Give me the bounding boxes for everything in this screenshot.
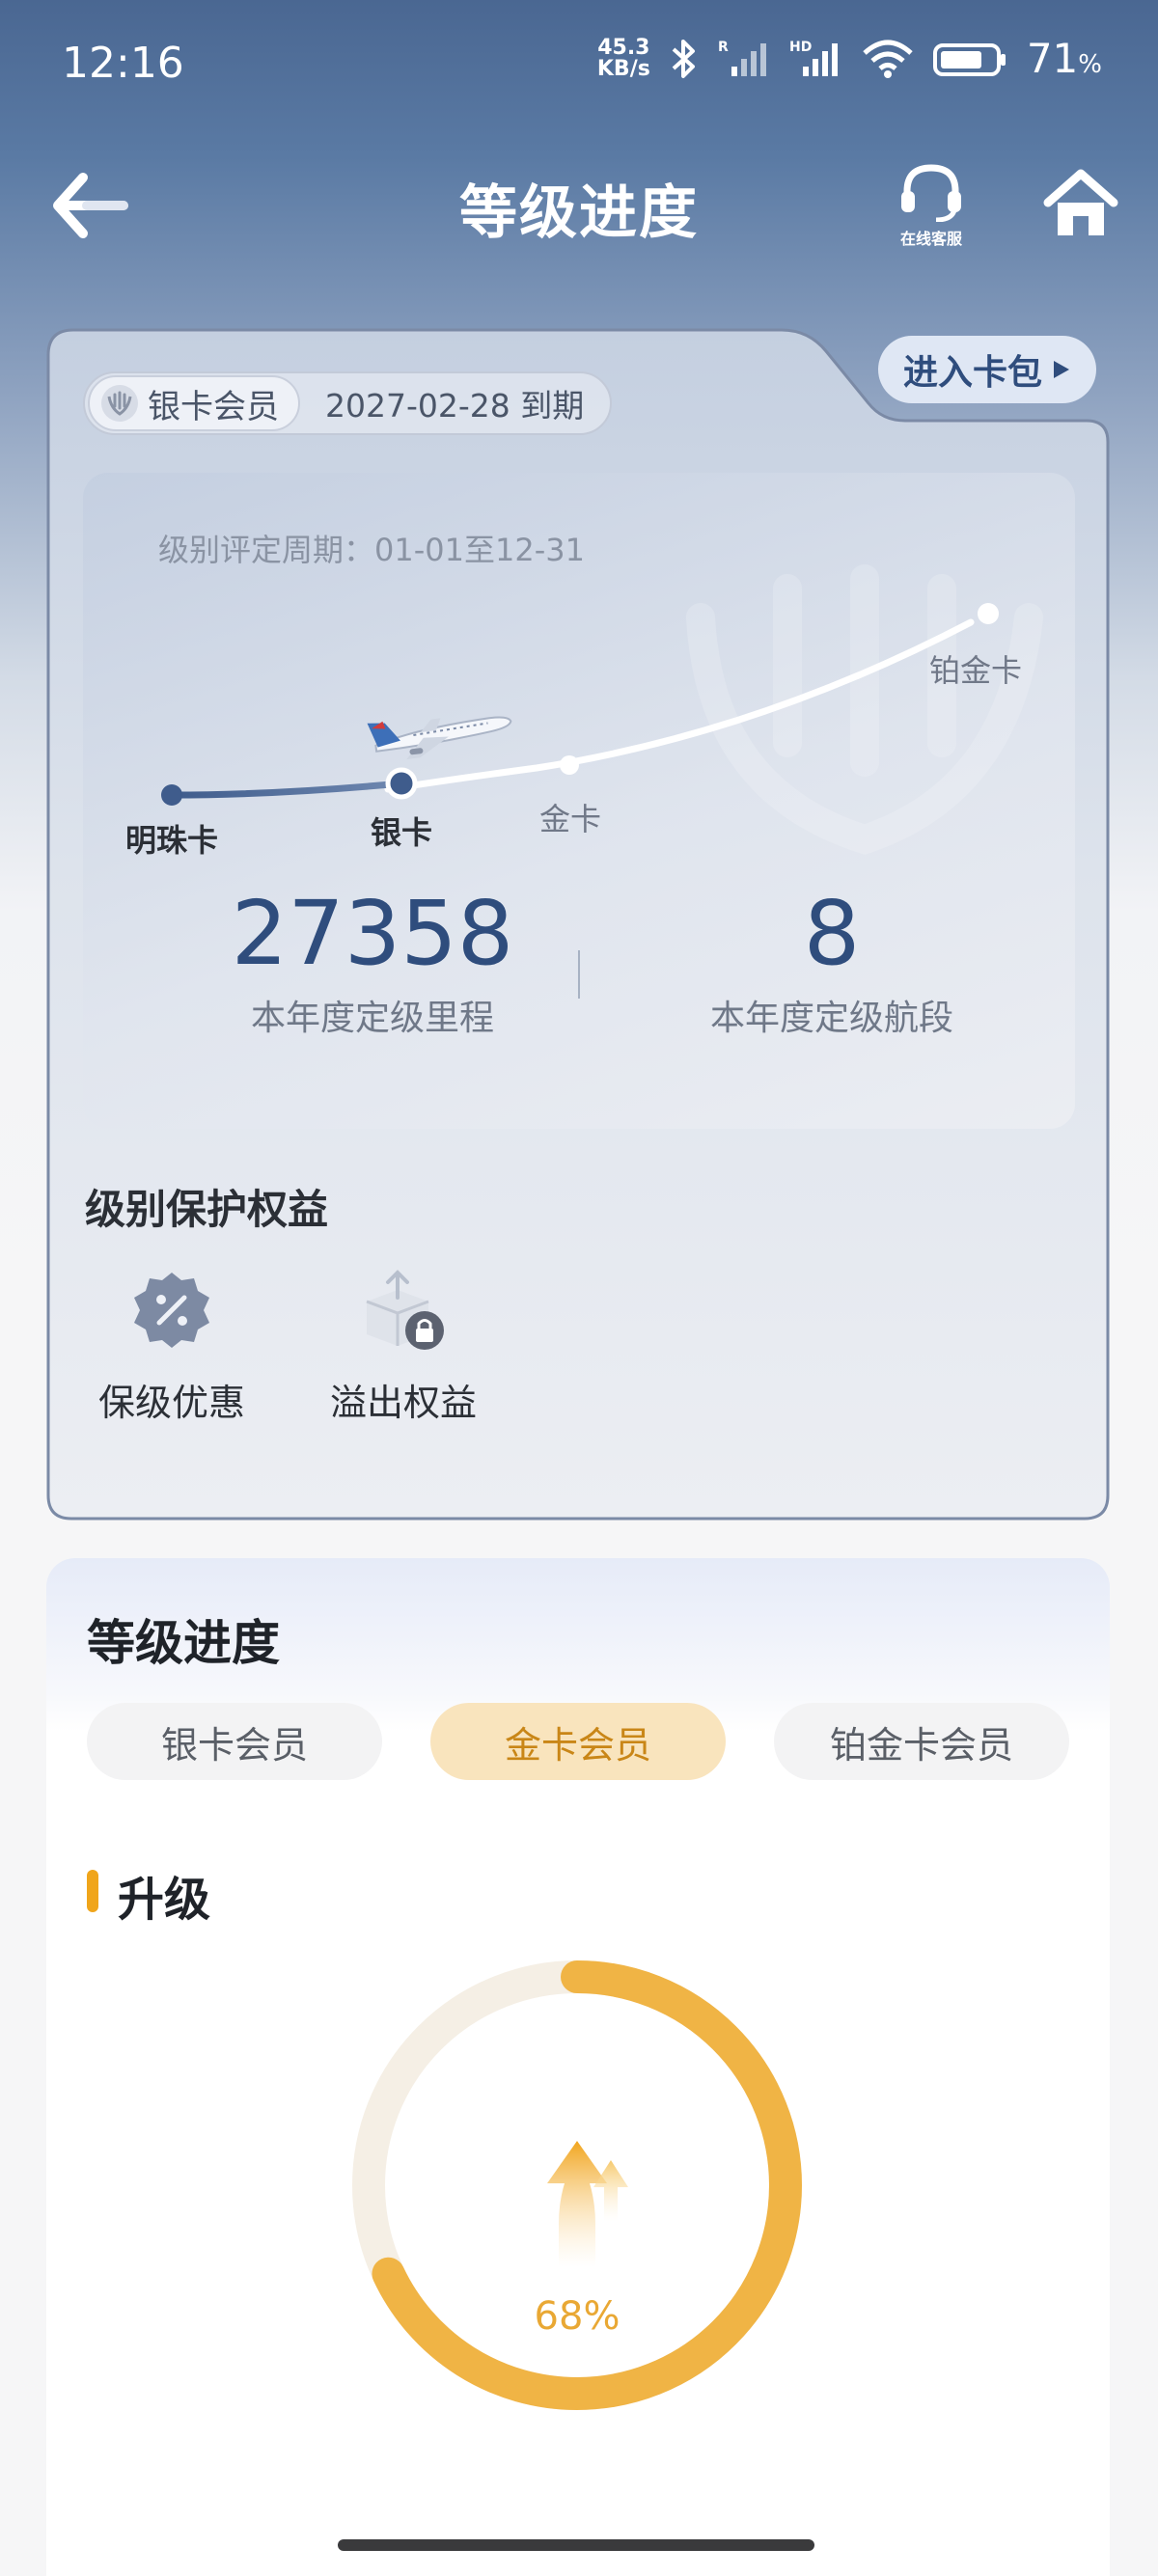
- annual-segments-label: 本年度定级航段: [709, 999, 953, 1038]
- annual-segments-stat: 8 本年度定级航段: [658, 886, 1006, 1040]
- benefit-overflow-label: 溢出权益: [329, 1382, 477, 1424]
- upgrade-progress-ring: [352, 1960, 802, 2410]
- signal-icon: R: [718, 40, 766, 76]
- status-time: 12:16: [62, 39, 184, 88]
- wifi-icon: [863, 40, 913, 78]
- upgrade-arrow-icon: [547, 2141, 607, 2267]
- level-journey-panel: 级别评定周期：01-01至12-31 明珠卡 银卡 金卡 铂金卡 27358 本…: [83, 473, 1075, 1129]
- future-level-path: [384, 618, 975, 793]
- benefit-discount-label: 保级优惠: [97, 1382, 245, 1424]
- svg-text:R: R: [718, 40, 729, 55]
- level-progress-card: 等级进度 银卡会员 金卡会员 铂金卡会员 升级 68%: [46, 1558, 1110, 2576]
- nav-bar: 等级进度 在线客服: [0, 145, 1158, 260]
- level-label-silver: 银卡: [371, 814, 432, 851]
- tab-silver-member[interactable]: 银卡会员: [87, 1703, 382, 1780]
- home-button[interactable]: [1042, 166, 1119, 243]
- upgrade-percent: 68%: [534, 2294, 620, 2339]
- member-badge: 银卡会员: [88, 375, 300, 431]
- signal-hd-icon: HD: [789, 40, 838, 76]
- home-icon: [1043, 169, 1118, 235]
- section-accent-bar: [87, 1870, 98, 1912]
- member-status-pill: 银卡会员 2027-02-28 到期: [83, 371, 612, 435]
- battery-percent: 71%: [1026, 35, 1102, 82]
- bluetooth-icon: [672, 39, 695, 78]
- level-progress-title: 等级进度: [87, 1615, 280, 1671]
- benefit-overflow[interactable]: 溢出权益: [307, 1269, 500, 1426]
- level-node-platinum: [978, 603, 999, 624]
- status-icons: 45.3 KB/s R HD 71%: [597, 35, 1102, 82]
- upgrade-arrow-small-icon: [593, 2160, 628, 2222]
- member-badge-label: 银卡会员: [148, 387, 279, 426]
- annual-miles-stat: 27358 本年度定级里程: [199, 886, 546, 1040]
- enter-wallet-button[interactable]: 进入卡包: [878, 336, 1096, 403]
- upgrade-section-title: 升级: [118, 1873, 211, 1927]
- home-indicator[interactable]: [338, 2539, 814, 2551]
- member-card: 银卡会员 2027-02-28 到期 进入卡包 级别评定周期：01-01至12-…: [46, 328, 1110, 1521]
- level-node-silver: [385, 767, 418, 800]
- tab-platinum-member[interactable]: 铂金卡会员: [774, 1703, 1069, 1780]
- level-label-platinum: 铂金卡: [929, 652, 1022, 689]
- battery-icon: [932, 42, 1006, 76]
- page-title: 等级进度: [459, 179, 699, 247]
- level-node-pearl: [161, 784, 182, 806]
- level-node-gold: [560, 755, 579, 775]
- protection-benefits-title: 级别保护权益: [85, 1186, 329, 1233]
- status-bar: 12:16 45.3 KB/s R HD 71%: [0, 0, 1158, 135]
- annual-miles-value: 27358: [231, 882, 514, 985]
- airplane-icon: [367, 716, 512, 760]
- annual-segments-value: 8: [803, 882, 861, 985]
- play-arrow-icon: [1054, 361, 1069, 378]
- discount-badge-icon: [134, 1273, 209, 1348]
- svg-text:HD: HD: [789, 40, 812, 55]
- online-service-label: 在线客服: [899, 230, 962, 248]
- locked-box-icon: [366, 1270, 444, 1350]
- airline-logo-icon: [101, 385, 138, 422]
- tab-gold-member[interactable]: 金卡会员: [430, 1703, 726, 1780]
- online-service-button[interactable]: 在线客服: [888, 162, 975, 259]
- expire-date: 2027-02-28 到期: [325, 387, 585, 425]
- level-label-gold: 金卡: [539, 801, 601, 837]
- stat-divider: [578, 950, 580, 999]
- achieved-level-path: [168, 780, 405, 799]
- enter-wallet-label: 进入卡包: [902, 353, 1042, 393]
- net-speed: 45.3 KB/s: [596, 35, 650, 81]
- annual-miles-label: 本年度定级里程: [250, 999, 494, 1038]
- benefit-discount[interactable]: 保级优惠: [75, 1269, 268, 1426]
- headset-icon: [901, 164, 961, 223]
- level-journey-chart: 明珠卡 银卡 金卡 铂金卡: [125, 564, 1043, 859]
- level-label-pearl: 明珠卡: [125, 822, 218, 859]
